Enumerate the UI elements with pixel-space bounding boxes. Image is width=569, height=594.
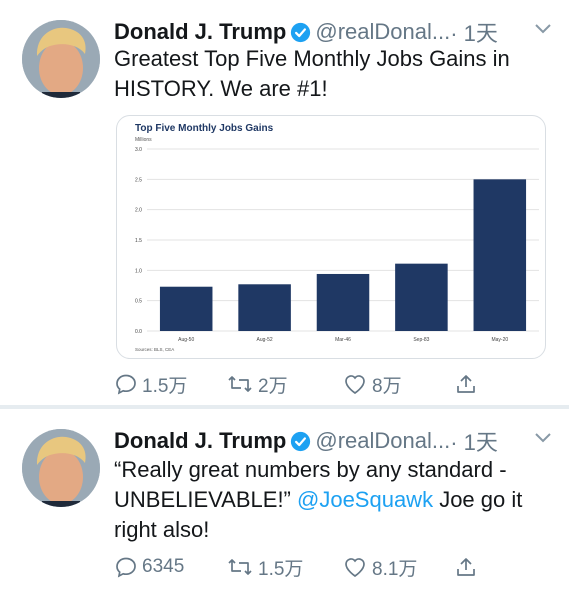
retweet-button[interactable]: 1.5万	[226, 552, 303, 582]
y-tick-label: 3.0	[135, 147, 142, 153]
verified-badge-icon	[290, 22, 311, 43]
x-tick-label: Aug-50	[178, 337, 194, 343]
tweet-text: Greatest Top Five Monthly Jobs Gains in …	[114, 46, 510, 101]
bar	[238, 284, 291, 331]
tweet-2[interactable]: Donald J. Trump @realDonal...· 1天 “Really…	[0, 409, 569, 594]
avatar[interactable]	[22, 429, 100, 507]
x-tick-label: Sep-83	[413, 337, 429, 343]
like-count: 8万	[372, 375, 402, 397]
mention-link[interactable]: @JoeSquawk	[297, 487, 433, 512]
chart-title: Top Five Monthly Jobs Gains	[135, 123, 274, 134]
like-icon	[345, 558, 365, 578]
x-tick-label: Aug-52	[257, 337, 273, 343]
chevron-down-icon[interactable]	[532, 429, 554, 447]
reply-count: 6345	[142, 556, 185, 577]
share-icon	[457, 558, 475, 576]
retweet-icon	[228, 376, 252, 392]
author-handle[interactable]: @realDonal...	[315, 428, 450, 453]
reply-button[interactable]: 1.5万	[114, 369, 187, 399]
y-tick-label: 1.0	[135, 268, 142, 274]
reply-icon	[116, 374, 136, 395]
tweet-actions: 1.5万 2万 8万	[114, 369, 494, 399]
reply-icon	[116, 557, 136, 578]
bar	[159, 286, 213, 331]
timestamp[interactable]: · 1天	[450, 21, 498, 46]
like-button[interactable]: 8万	[342, 369, 402, 399]
x-tick-label: Mar-46	[335, 337, 351, 343]
chart: Top Five Monthly Jobs Gains Millions 0.0 0.…	[135, 123, 539, 352]
chart-ylabel: Millions	[135, 137, 152, 143]
retweet-count: 2万	[258, 375, 288, 397]
x-tick-label: May-20	[491, 337, 508, 343]
like-icon	[345, 375, 365, 395]
tweet-1[interactable]: Donald J. Trump @realDonal...· 1天 Greates…	[0, 0, 569, 407]
tweet-header: Donald J. Trump @realDonal...· 1天	[114, 425, 554, 455]
y-tick-label: 0.0	[135, 329, 142, 335]
share-icon	[457, 375, 475, 393]
chevron-down-icon[interactable]	[532, 20, 554, 38]
y-tick-label: 1.5	[135, 238, 142, 244]
author-name[interactable]: Donald J. Trump	[114, 428, 286, 453]
author-handle[interactable]: @realDonal...	[315, 19, 450, 44]
chart-card[interactable]: Top Five Monthly Jobs Gains Millions 0.0 0.…	[116, 115, 546, 359]
reply-count: 1.5万	[142, 375, 188, 397]
timestamp[interactable]: · 1天	[450, 430, 498, 455]
reply-button[interactable]: 6345	[114, 552, 184, 582]
retweet-icon	[228, 559, 252, 575]
tweet-actions: 6345 1.5万 8.1万	[114, 552, 494, 582]
retweet-count: 1.5万	[258, 558, 304, 580]
like-count: 8.1万	[372, 558, 418, 580]
bar	[395, 263, 448, 331]
bar	[473, 179, 527, 331]
author-name[interactable]: Donald J. Trump	[114, 19, 286, 44]
bar	[316, 273, 370, 331]
y-tick-label: 0.5	[135, 299, 142, 305]
like-button[interactable]: 8.1万	[342, 552, 417, 582]
tweet-text: “Really great numbers by any standard - …	[114, 455, 554, 545]
verified-badge-icon	[290, 431, 311, 452]
y-tick-label: 2.5	[135, 177, 142, 183]
retweet-button[interactable]: 2万	[226, 369, 288, 399]
share-button[interactable]	[454, 369, 482, 399]
tweet-header: Donald J. Trump @realDonal...· 1天	[114, 16, 554, 46]
y-tick-label: 2.0	[135, 208, 142, 214]
share-button[interactable]	[454, 552, 482, 582]
chart-source: Sources: BLS, CEA	[135, 347, 174, 352]
avatar[interactable]	[22, 20, 100, 98]
